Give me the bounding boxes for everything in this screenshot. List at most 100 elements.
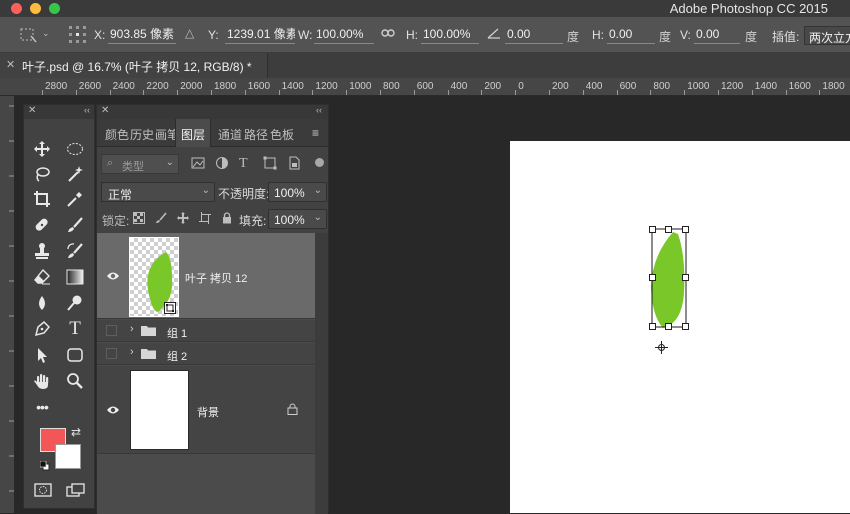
more-tools-icon[interactable]: ••• bbox=[30, 395, 54, 419]
eyedropper-icon[interactable] bbox=[63, 187, 87, 211]
close-window-button[interactable] bbox=[11, 3, 22, 14]
transform-handle[interactable] bbox=[649, 323, 656, 330]
eye-icon[interactable] bbox=[106, 270, 120, 282]
transform-handle[interactable] bbox=[649, 226, 656, 233]
blur-icon[interactable] bbox=[30, 291, 54, 315]
eraser-icon[interactable] bbox=[30, 265, 54, 289]
lock-position-icon[interactable] bbox=[177, 212, 191, 226]
relative-position-icon[interactable]: △ bbox=[185, 26, 194, 40]
zoom-icon[interactable] bbox=[63, 369, 87, 393]
history-brush-icon[interactable] bbox=[63, 239, 87, 263]
pen-icon[interactable] bbox=[30, 317, 54, 341]
crop-icon[interactable] bbox=[30, 187, 54, 211]
close-tab-icon[interactable]: ✕ bbox=[6, 58, 15, 71]
layer-row-background[interactable]: 背景 bbox=[97, 366, 315, 454]
layer-name[interactable]: 叶子 拷贝 12 bbox=[185, 270, 247, 286]
marquee-icon[interactable] bbox=[63, 137, 87, 161]
eye-icon[interactable] bbox=[106, 404, 120, 416]
layers-panel-header[interactable]: ✕ ‹‹ bbox=[97, 105, 328, 119]
minimize-window-button[interactable] bbox=[30, 3, 41, 14]
quick-mask-icon[interactable] bbox=[34, 483, 52, 500]
expand-chevron-icon[interactable]: › bbox=[130, 323, 134, 335]
lock-transparent-icon[interactable] bbox=[133, 212, 147, 226]
path-selection-icon[interactable] bbox=[30, 343, 54, 367]
transform-handle[interactable] bbox=[682, 274, 689, 281]
adjustment-filter-icon[interactable] bbox=[215, 156, 231, 172]
blend-mode-select[interactable]: 正常 ⌄ bbox=[101, 182, 215, 202]
rectangle-icon[interactable] bbox=[63, 343, 87, 367]
pixel-filter-icon[interactable] bbox=[191, 156, 207, 172]
gradient-icon[interactable] bbox=[63, 265, 87, 289]
transform-handle[interactable] bbox=[665, 323, 672, 330]
magic-wand-icon[interactable] bbox=[63, 162, 87, 186]
clone-stamp-icon[interactable] bbox=[30, 239, 54, 263]
opacity-value: 100% bbox=[274, 186, 305, 200]
swap-colors-icon[interactable]: ⇄ bbox=[71, 425, 81, 439]
lock-artboard-icon[interactable] bbox=[199, 212, 213, 226]
tool-preset-chevron-icon[interactable]: ⌄ bbox=[42, 28, 50, 39]
type-icon[interactable]: T bbox=[63, 317, 87, 341]
visibility-toggle[interactable] bbox=[106, 348, 117, 359]
reference-point-crosshair-icon[interactable] bbox=[655, 341, 668, 357]
layer-name[interactable]: 组 2 bbox=[167, 348, 187, 364]
lasso-icon[interactable] bbox=[30, 162, 54, 186]
tab-color[interactable]: 颜色 bbox=[105, 126, 129, 143]
interpolation-select[interactable]: 两次立方 bbox=[804, 26, 850, 45]
opacity-field[interactable]: 100% ⌄ bbox=[268, 182, 327, 202]
smart-object-filter-icon[interactable] bbox=[287, 156, 303, 172]
width-field[interactable]: 100.00% bbox=[314, 26, 374, 44]
background-color-swatch[interactable] bbox=[55, 444, 81, 469]
filter-toggle-icon[interactable] bbox=[315, 158, 324, 167]
layer-list-scrollbar[interactable] bbox=[315, 233, 328, 514]
tab-swatches[interactable]: 色板 bbox=[270, 126, 294, 143]
hand-icon[interactable] bbox=[30, 369, 54, 393]
layer-row-group-1[interactable]: › 组 1 bbox=[97, 320, 315, 342]
link-icon[interactable] bbox=[381, 28, 395, 41]
layer-row-group-2[interactable]: › 组 2 bbox=[97, 343, 315, 365]
y-position-field[interactable]: 1239.01 像素 bbox=[225, 26, 295, 44]
lock-pixels-icon[interactable] bbox=[155, 212, 169, 226]
x-position-field[interactable]: 903.85 像素 bbox=[108, 26, 176, 44]
horizontal-ruler[interactable]: 2800 2600 2400 2200 2000 1800 1600 1400 1200 1000… bbox=[0, 78, 850, 96]
skew-h-field[interactable]: 0.00 bbox=[607, 26, 655, 44]
document-canvas[interactable] bbox=[510, 141, 850, 513]
dodge-icon[interactable] bbox=[63, 291, 87, 315]
rotate-angle-field[interactable]: 0.00 bbox=[505, 26, 563, 44]
healing-brush-icon[interactable] bbox=[30, 213, 54, 237]
move-icon[interactable] bbox=[30, 137, 54, 161]
transform-handle[interactable] bbox=[682, 323, 689, 330]
expand-chevron-icon[interactable]: › bbox=[130, 346, 134, 358]
collapse-panel-icon[interactable]: ‹‹ bbox=[84, 105, 90, 115]
transform-tool-icon[interactable] bbox=[18, 26, 38, 47]
vertical-ruler[interactable] bbox=[0, 96, 14, 513]
reference-point-icon[interactable] bbox=[67, 24, 89, 49]
type-filter-icon[interactable]: T bbox=[239, 156, 255, 172]
close-panel-icon[interactable]: ✕ bbox=[101, 105, 109, 116]
tab-history[interactable]: 历史 bbox=[130, 126, 154, 143]
kind-filter-select[interactable]: ⌕ 类型 ⌄ bbox=[101, 154, 179, 174]
fill-field[interactable]: 100% ⌄ bbox=[268, 209, 327, 229]
tools-panel-header[interactable]: ✕ ‹‹ bbox=[24, 105, 94, 119]
skew-v-field[interactable]: 0.00 bbox=[694, 26, 740, 44]
panel-menu-icon[interactable]: ≡ bbox=[312, 126, 319, 140]
visibility-toggle[interactable] bbox=[106, 325, 117, 336]
transform-handle[interactable] bbox=[682, 226, 689, 233]
collapse-panel-icon[interactable]: ‹‹ bbox=[316, 105, 322, 115]
layer-row-leaf-copy-12[interactable]: 叶子 拷贝 12 bbox=[97, 233, 315, 319]
transform-handle[interactable] bbox=[649, 274, 656, 281]
transform-handle[interactable] bbox=[665, 226, 672, 233]
brush-icon[interactable] bbox=[63, 213, 87, 237]
document-tab[interactable]: ✕ 叶子.psd @ 16.7% (叶子 拷贝 12, RGB/8) * bbox=[0, 53, 268, 78]
screen-mode-icon[interactable] bbox=[66, 483, 86, 500]
default-colors-icon[interactable] bbox=[39, 460, 50, 474]
tab-paths[interactable]: 路径 bbox=[244, 126, 268, 143]
lock-all-icon[interactable] bbox=[221, 212, 235, 226]
layer-name[interactable]: 组 1 bbox=[167, 325, 187, 341]
shape-filter-icon[interactable] bbox=[263, 156, 279, 172]
layer-name[interactable]: 背景 bbox=[197, 404, 219, 420]
zoom-window-button[interactable] bbox=[49, 3, 60, 14]
close-panel-icon[interactable]: ✕ bbox=[28, 105, 36, 116]
height-field[interactable]: 100.00% bbox=[421, 26, 479, 44]
tab-layers[interactable]: 图层 bbox=[175, 119, 212, 147]
tab-channels[interactable]: 通道 bbox=[218, 126, 242, 143]
